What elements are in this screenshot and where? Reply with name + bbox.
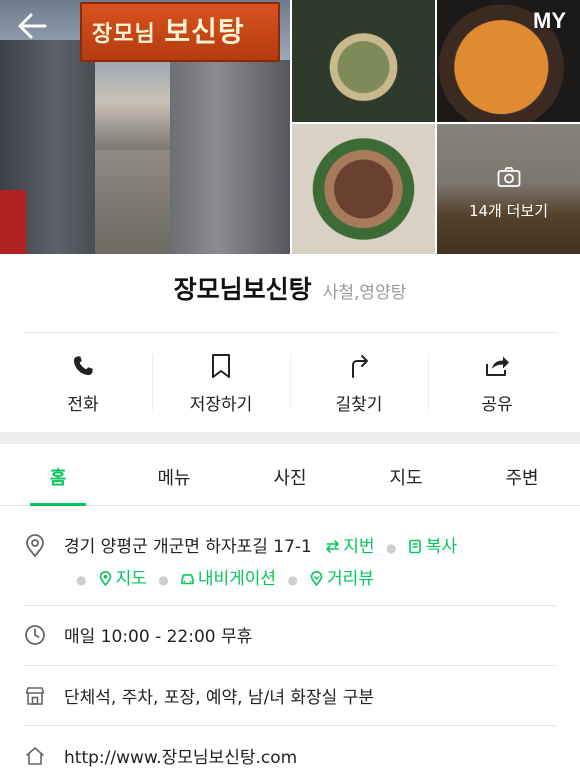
copy-label: 복사 [425,537,458,557]
share-icon [483,352,511,380]
more-photos-label: 14개 더보기 [468,202,549,220]
separator-dot: ● [158,573,169,587]
hours-row: 매일 10:00 - 22:00 무휴 [24,622,556,652]
car-icon [180,571,195,586]
streetview-label: 거리뷰 [327,569,374,589]
jibun-button[interactable]: 지번 [325,537,380,557]
storefront-sign: 장모님 보신탕 [80,2,280,62]
my-button[interactable]: MY [533,8,566,34]
address-actions: ● 지도 ● 내비게이션 ● 거리뷰 [76,564,374,589]
divider [24,332,556,333]
location-pin-icon [24,534,46,558]
bookmark-icon [207,352,235,380]
photo-thumb-more[interactable]: 14개 더보기 [437,124,580,254]
divider [24,725,556,726]
storefront-sign-text: 장모님 보신탕 [92,10,245,50]
back-button[interactable] [14,10,50,46]
divider [24,605,556,606]
tab-menu[interactable]: 메뉴 [116,444,232,505]
camera-icon [497,166,521,188]
directions-label: 길찾기 [335,395,383,415]
photo-gallery[interactable]: 장모님 보신탕 14개 더보기 MY [0,0,580,254]
photo-banner [0,190,26,254]
share-label: 공유 [481,395,513,415]
place-title: 장모님보신탕 사철,영양탕 [0,270,580,306]
jibun-label: 지번 [343,537,375,557]
home-icon [24,745,46,767]
tab-nearby[interactable]: 주변 [464,444,580,505]
photo-building-right [170,60,290,254]
address-line: 경기 양평군 개군면 하자포길 17-1 지번 ● 복사 [64,532,457,557]
action-bar: 전화 저장하기 길찾기 공유 [14,334,566,430]
tab-map[interactable]: 지도 [348,444,464,505]
separator-dot: ● [287,573,298,587]
website-link[interactable]: http://www.장모님보신탕.com [64,743,297,768]
tab-home[interactable]: 홈 [0,444,116,506]
swap-icon [325,539,340,554]
address-text: 경기 양평군 개군면 하자포길 17-1 [64,537,312,557]
clock-icon [24,624,46,646]
separator-dot: ● [76,573,87,587]
call-button[interactable]: 전화 [14,334,152,430]
address-row: 경기 양평군 개군면 하자포길 17-1 지번 ● 복사 ● 지도 ● 내비게이… [24,532,556,592]
place-category: 사철,영양탕 [322,283,407,303]
place-name: 장모님보신탕 [173,275,312,304]
map-link[interactable]: 지도 [98,569,153,589]
share-button[interactable]: 공유 [428,334,566,430]
tab-bar: 홈 메뉴 사진 지도 주변 [0,444,580,506]
save-label: 저장하기 [189,395,253,415]
separator-dot: ● [385,541,397,555]
map-pin-icon [98,571,113,587]
sign-text-small: 장모님 [92,21,156,47]
website-row: http://www.장모님보신탕.com [24,743,556,773]
divider [24,665,556,666]
copy-icon [408,539,423,554]
photo-thumb-meat[interactable] [292,124,435,254]
directions-icon [345,352,373,380]
navigation-link[interactable]: 내비게이션 [180,569,282,589]
more-photos[interactable]: 14개 더보기 [437,166,580,221]
amenities-text: 단체석, 주차, 포장, 예약, 남/녀 화장실 구분 [64,688,375,708]
tab-photos[interactable]: 사진 [232,444,348,505]
photo-alley [95,150,170,254]
map-link-label: 지도 [115,569,147,589]
copy-button[interactable]: 복사 [408,537,457,557]
navigation-label: 내비게이션 [197,569,277,589]
arrow-left-icon [17,13,47,43]
phone-icon [69,352,97,380]
streetview-icon [309,571,324,587]
section-gap [0,432,580,444]
directions-button[interactable]: 길찾기 [290,334,428,430]
streetview-link[interactable]: 거리뷰 [309,569,374,589]
amenities-row: 단체석, 주차, 포장, 예약, 남/녀 화장실 구분 [24,683,556,713]
call-label: 전화 [67,395,99,415]
save-button[interactable]: 저장하기 [152,334,290,430]
store-icon [24,685,46,707]
hours-text: 매일 10:00 - 22:00 무휴 [64,627,253,647]
photo-thumb-table[interactable] [292,0,435,122]
sign-text-big: 보신탕 [164,15,245,48]
